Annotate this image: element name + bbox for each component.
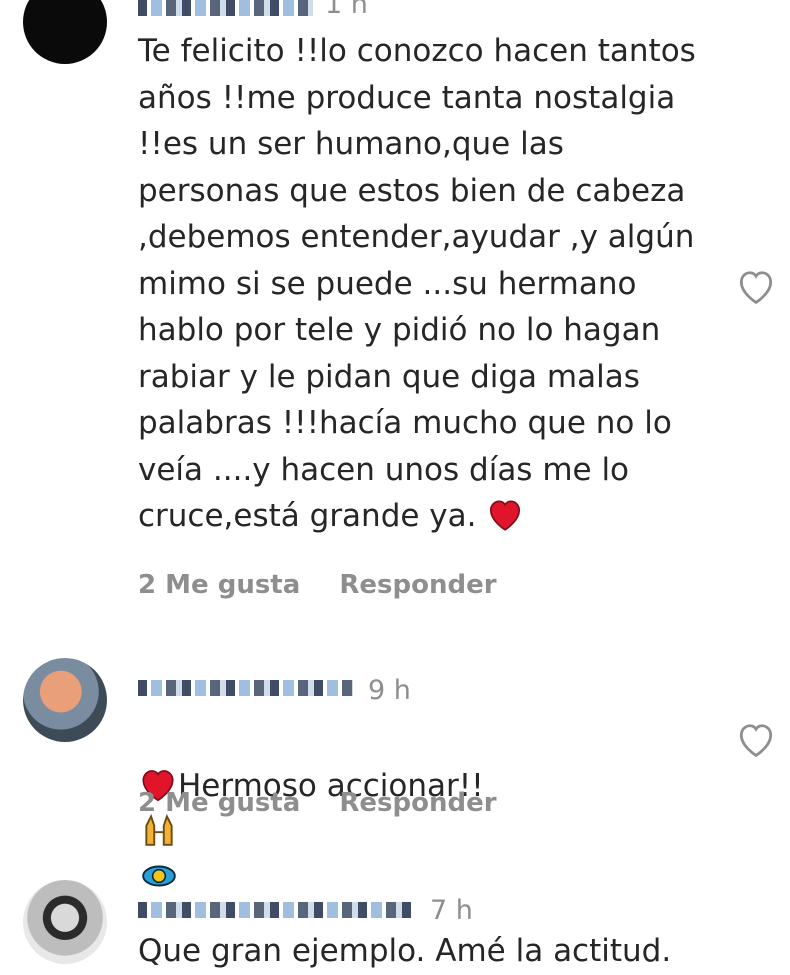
comment-actions: 2 Me gusta Responder: [138, 570, 527, 600]
red-heart-icon: [490, 500, 521, 531]
comment-1: 1 h Te felicito !!lo conozco hacen tanto…: [0, 0, 790, 640]
reply-button[interactable]: Responder: [339, 788, 496, 818]
avatar[interactable]: [23, 880, 107, 964]
comment-actions: 2 Me gusta Responder: [138, 788, 527, 818]
comment-3: 7 h Que gran ejemplo. Amé la actitud.: [0, 860, 790, 970]
heart-outline-icon[interactable]: [735, 267, 777, 305]
avatar[interactable]: [23, 0, 107, 64]
comment-time: 7 h: [430, 895, 473, 926]
comment-2: 9 h Hermoso accionar!! 2 Me gusta Respon…: [0, 640, 790, 886]
comment-time: 9 h: [368, 675, 411, 706]
likes-count-button[interactable]: 2 Me gusta: [138, 788, 300, 818]
comment-text: Que gran ejemplo. Amé la actitud.: [138, 928, 723, 975]
comment-text-content: Que gran ejemplo. Amé la actitud.: [138, 933, 672, 969]
likes-count-button[interactable]: 2 Me gusta: [138, 570, 300, 600]
username-blurred[interactable]: [138, 0, 313, 16]
comment-text: Te felicito !!lo conozco hacen tantos añ…: [138, 28, 723, 540]
username-blurred[interactable]: [138, 902, 413, 918]
reply-button[interactable]: Responder: [339, 570, 496, 600]
comment-time: 1 h: [325, 0, 368, 20]
comment-text-content: Te felicito !!lo conozco hacen tantos añ…: [138, 33, 696, 534]
avatar[interactable]: [23, 658, 107, 742]
username-blurred[interactable]: [138, 680, 353, 696]
heart-outline-icon[interactable]: [735, 720, 777, 758]
